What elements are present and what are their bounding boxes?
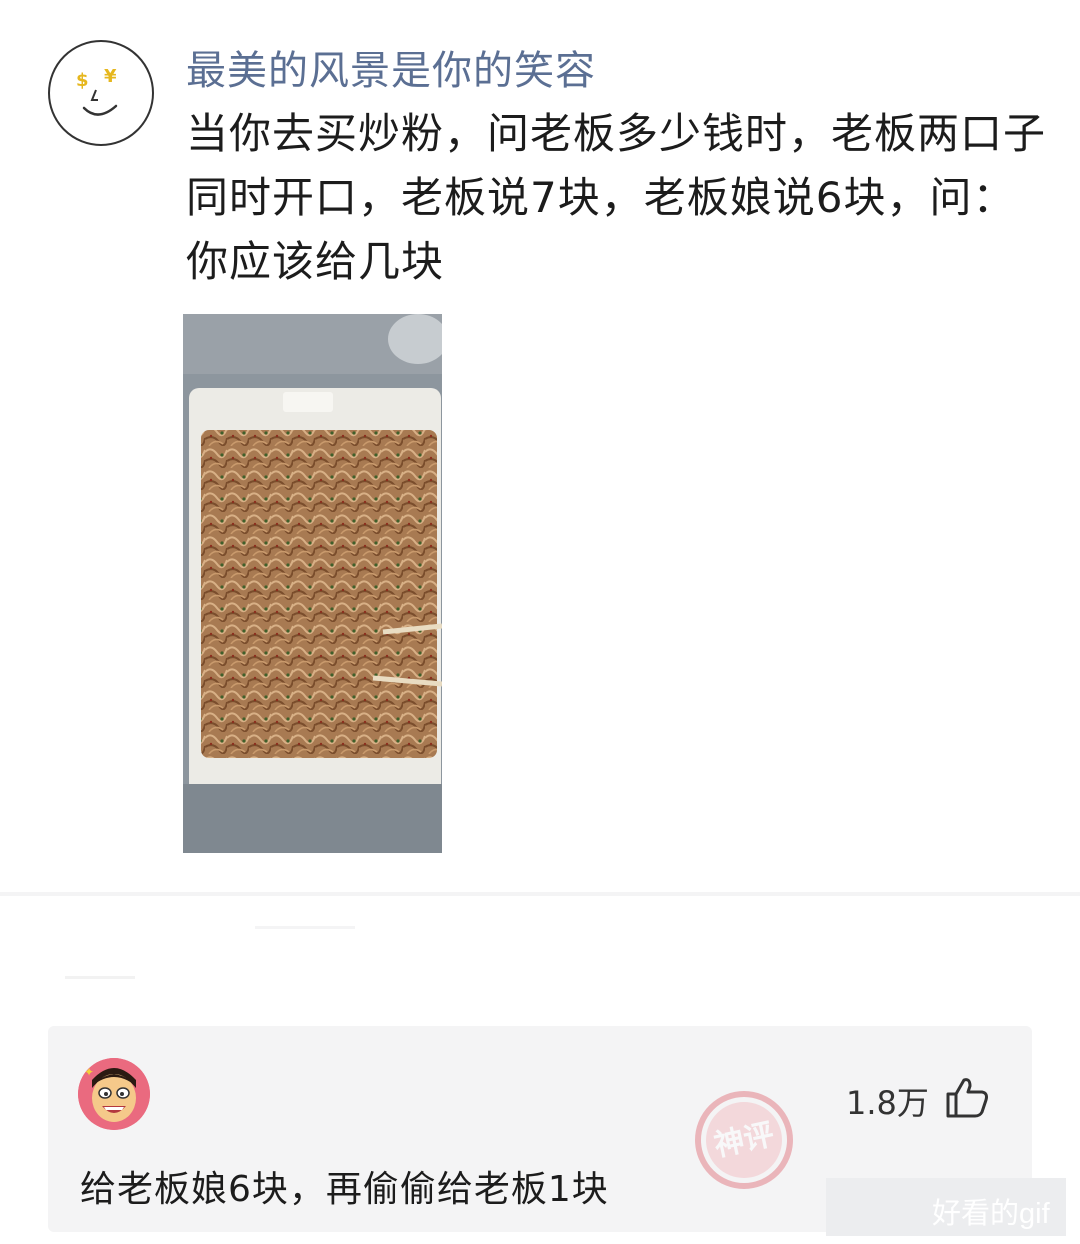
- divider: [0, 892, 1080, 896]
- commenter-avatar[interactable]: ✦: [78, 1058, 150, 1130]
- divider: [65, 976, 135, 979]
- author-avatar[interactable]: $ ¥: [48, 40, 154, 146]
- author-username[interactable]: 最美的风景是你的笑容: [186, 38, 596, 96]
- svg-text:$: $: [76, 70, 89, 91]
- comment-text: 给老板娘6块，再偷偷给老板1块: [80, 1169, 609, 1210]
- separator: [0, 892, 1080, 1026]
- svg-text:✦: ✦: [84, 1065, 94, 1079]
- like-count: 1.8万: [846, 1084, 929, 1122]
- cartoon-face-icon: ✦: [78, 1058, 150, 1130]
- smiley-face-icon: $ ¥: [76, 66, 118, 116]
- post-photo[interactable]: [183, 314, 442, 853]
- featured-comment-stamp: 神评: [695, 1091, 793, 1189]
- thumbs-up-icon[interactable]: [944, 1076, 990, 1118]
- post-card: $ ¥ 最美的风景是你的笑容 当你去买炒粉，问老板多少钱时，老板两口子同时开口，…: [0, 0, 1080, 892]
- svg-text:¥: ¥: [104, 66, 117, 87]
- watermark: 好看的gif: [932, 1198, 1050, 1230]
- post-text: 当你去买炒粉，问老板多少钱时，老板两口子同时开口，老板说7块，老板娘说6块，问：…: [186, 109, 1047, 286]
- divider: [255, 926, 355, 929]
